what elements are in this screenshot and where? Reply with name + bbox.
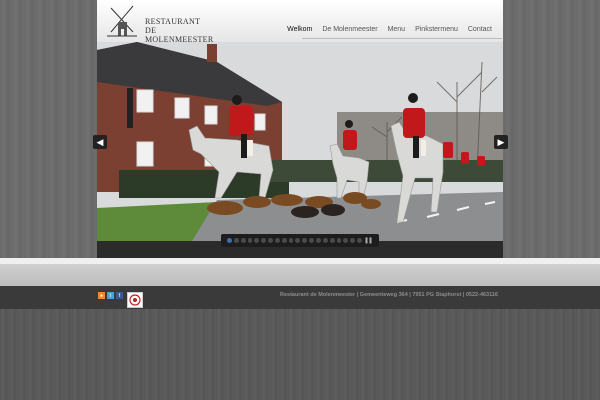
- pager-dot[interactable]: [357, 238, 362, 243]
- pager-dot[interactable]: [281, 238, 287, 243]
- pager-dot[interactable]: [261, 238, 267, 243]
- pager-dot[interactable]: [329, 238, 335, 243]
- pager-dot[interactable]: [288, 238, 294, 243]
- logo-text: RESTAURANT DE MOLENMEESTER: [145, 17, 225, 44]
- nav-item-contact[interactable]: Contact: [463, 26, 497, 33]
- pager-dot[interactable]: [274, 238, 280, 243]
- pager-dot[interactable]: [309, 238, 314, 243]
- nav-item-pinkstermenu[interactable]: Pinkstermenu: [410, 26, 463, 33]
- slideshow-image[interactable]: [97, 42, 503, 241]
- pager-dot[interactable]: [336, 238, 342, 243]
- pager-dot[interactable]: [350, 238, 356, 243]
- pager-dot[interactable]: [322, 238, 328, 243]
- award-badge[interactable]: [127, 292, 143, 308]
- social-links: ● t f: [98, 292, 123, 299]
- chevron-right-icon: ▶: [497, 136, 505, 147]
- slider-next-button[interactable]: ▶: [494, 135, 508, 149]
- site-logo[interactable]: RESTAURANT DE MOLENMEESTER: [105, 2, 225, 44]
- pager-dot[interactable]: [227, 238, 232, 243]
- slider-prev-button[interactable]: ◀: [93, 135, 107, 149]
- site-header: RESTAURANT DE MOLENMEESTER Welkom De Mol…: [97, 0, 503, 44]
- pause-button[interactable]: ❚❚: [364, 237, 373, 244]
- pager-dot[interactable]: [343, 238, 349, 243]
- pager-dot[interactable]: [268, 238, 273, 243]
- content-band: [0, 264, 600, 286]
- award-seal-icon: [129, 294, 141, 306]
- hunt-scene-photo: [97, 42, 503, 241]
- page-container: RESTAURANT DE MOLENMEESTER Welkom De Mol…: [97, 0, 503, 258]
- nav-item-welkom[interactable]: Welkom: [282, 26, 317, 33]
- pager-dot[interactable]: [247, 238, 253, 243]
- pager-dot[interactable]: [254, 238, 260, 243]
- pager-dot[interactable]: [233, 238, 239, 243]
- footer-address: Restaurant de Molenmeester | Gemeenteweg…: [280, 292, 498, 298]
- windmill-icon: [107, 5, 137, 37]
- pager-dot[interactable]: [295, 238, 301, 243]
- slider-pager: ❚❚: [221, 234, 379, 247]
- rss-icon[interactable]: ●: [98, 292, 105, 299]
- facebook-icon[interactable]: f: [116, 292, 123, 299]
- nav-item-de-molenmeester[interactable]: De Molenmeester: [317, 26, 382, 33]
- pager-dot[interactable]: [302, 238, 308, 243]
- pager-dot[interactable]: [240, 238, 246, 243]
- pager-dot[interactable]: [315, 238, 321, 243]
- twitter-icon[interactable]: t: [107, 292, 114, 299]
- chevron-left-icon: ◀: [96, 136, 104, 147]
- nav-divider: [302, 38, 502, 39]
- logo-line-1: RESTAURANT: [145, 17, 201, 26]
- nav-item-menu[interactable]: Menu: [383, 26, 411, 33]
- main-nav: Welkom De Molenmeester Menu Pinkstermenu…: [282, 26, 497, 33]
